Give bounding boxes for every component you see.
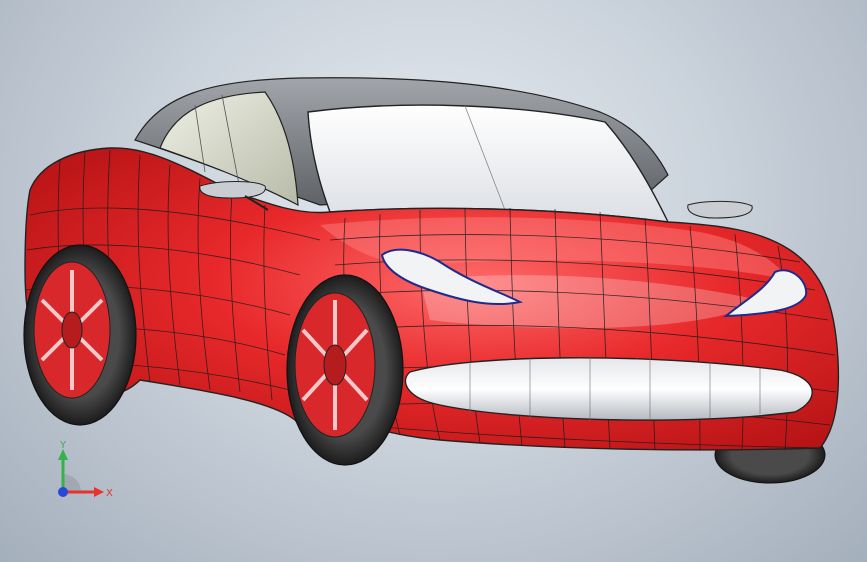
x-axis-label: X [106,488,113,499]
orientation-triad: Y X [58,440,113,499]
front-left-wheel [286,274,404,466]
graphics-viewport[interactable]: Y X [0,0,867,562]
right-mirror [687,200,753,219]
z-axis-dot [58,487,68,497]
y-axis-label: Y [59,440,67,451]
car-model[interactable] [0,0,867,562]
rear-left-wheel [23,244,137,426]
